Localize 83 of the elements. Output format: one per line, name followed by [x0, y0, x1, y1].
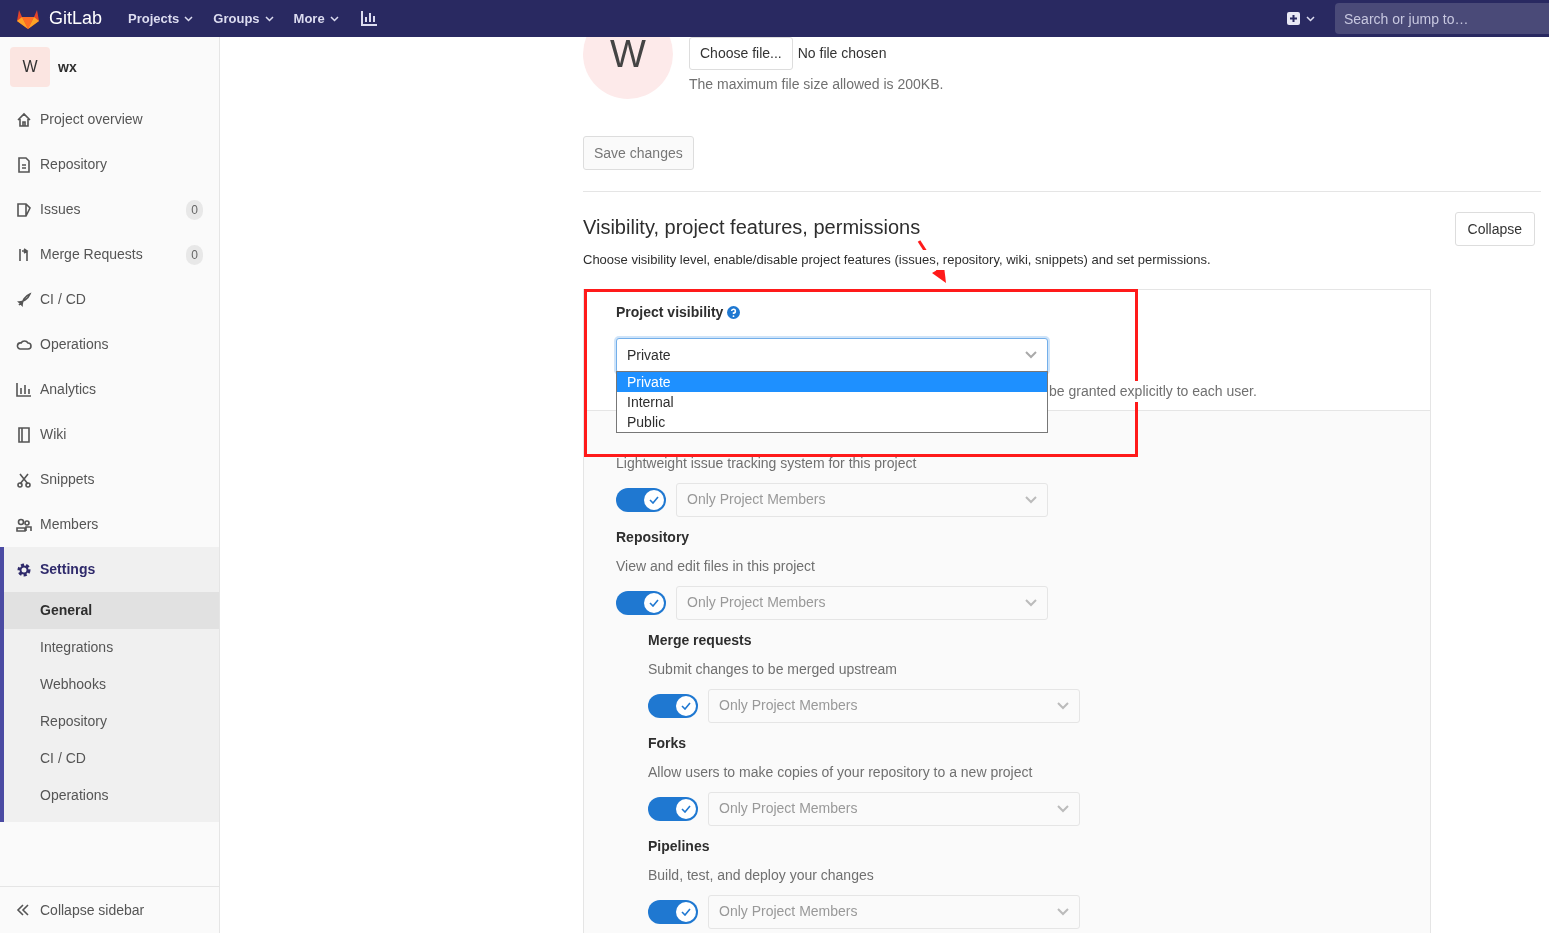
sidebar-subitem[interactable]: General	[4, 592, 219, 629]
visibility-note: be granted explicitly to each user.	[1049, 380, 1257, 402]
document-icon	[16, 156, 32, 173]
field-label: Project visibility	[616, 302, 724, 322]
feature-toggle[interactable]	[648, 899, 698, 924]
sidebar-subitem[interactable]: CI / CD	[4, 740, 219, 777]
sidebar-item[interactable]: Settings	[4, 547, 219, 592]
sidebar-item[interactable]: Analytics	[0, 367, 219, 412]
sidebar-subitem[interactable]: Operations	[4, 777, 219, 814]
section-title: Visibility, project features, permissions	[583, 215, 922, 240]
sidebar-item[interactable]: Snippets	[0, 457, 219, 502]
bar-chart-icon	[16, 381, 32, 398]
feature-label: Repository	[616, 527, 691, 547]
home-icon	[16, 111, 32, 128]
sidebar-subitem[interactable]: Webhooks	[4, 666, 219, 703]
chevron-down-icon	[1025, 351, 1037, 359]
rocket-icon	[16, 291, 32, 308]
sidebar-item[interactable]: Issues 0	[0, 187, 219, 232]
new-dropdown-button[interactable]	[1287, 12, 1315, 25]
dropdown-option[interactable]: Internal	[617, 391, 1047, 412]
file-status: No file chosen	[797, 44, 887, 63]
save-changes-button[interactable]: Save changes	[583, 136, 694, 170]
nav-menu[interactable]: Groups	[213, 8, 274, 29]
feature-description: View and edit files in this project	[616, 556, 816, 576]
file-size-hint: The maximum file size allowed is 200KB.	[689, 75, 944, 94]
project-avatar: W	[10, 47, 50, 87]
feature-toggle[interactable]	[648, 796, 698, 821]
check-icon	[681, 701, 691, 710]
sidebar-item[interactable]: Operations	[0, 322, 219, 367]
feature-label: Pipelines	[648, 836, 711, 856]
collapse-button[interactable]: Collapse	[1454, 212, 1535, 246]
sidebar-subitem[interactable]: Integrations	[4, 629, 219, 666]
scissors-icon	[16, 471, 32, 488]
feature-description: Submit changes to be merged upstream	[648, 659, 899, 679]
feature-description: Allow users to make copies of your repository to a new project	[648, 762, 1034, 782]
sidebar-subitem[interactable]: Repository	[4, 703, 219, 740]
chart-icon[interactable]	[360, 11, 378, 26]
chevron-down-icon	[1025, 598, 1037, 607]
collapse-sidebar-button[interactable]: Collapse sidebar	[0, 886, 219, 933]
chevron-down-icon	[1025, 495, 1037, 504]
caret-icon	[184, 15, 194, 22]
feature-label: Forks	[648, 733, 688, 753]
sidebar-item[interactable]: Members	[0, 502, 219, 547]
check-icon	[649, 495, 659, 504]
sidebar-item[interactable]: CI / CD	[0, 277, 219, 322]
brand-link[interactable]: GitLab	[49, 5, 103, 32]
caret-icon	[1306, 15, 1315, 22]
caret-icon	[329, 15, 339, 22]
sidebar-item[interactable]: Project overview	[0, 97, 219, 142]
people-icon	[16, 516, 32, 533]
check-icon	[681, 907, 691, 916]
project-name[interactable]: wx	[58, 56, 77, 78]
feature-description: Build, test, and deploy your changes	[648, 865, 875, 885]
visibility-select[interactable]: Private	[616, 337, 1048, 373]
caret-icon	[264, 15, 274, 22]
chevron-down-icon	[1057, 701, 1069, 710]
dropdown-option[interactable]: Public	[617, 411, 1047, 432]
check-icon	[649, 598, 659, 607]
count-badge: 0	[186, 244, 203, 265]
feature-label: Merge requests	[648, 630, 753, 650]
gear-icon	[16, 561, 32, 578]
count-badge: 0	[186, 199, 203, 220]
feature-toggle[interactable]	[616, 590, 666, 615]
chevron-down-icon	[1057, 907, 1069, 916]
plus-icon	[1287, 12, 1300, 25]
issue-icon	[16, 201, 32, 218]
nav-menu[interactable]: Projects	[128, 8, 194, 29]
feature-description: Lightweight issue tracking system for this project	[616, 453, 918, 473]
sidebar-item[interactable]: Merge Requests 0	[0, 232, 219, 277]
project-avatar: W	[583, 37, 673, 99]
feature-toggle[interactable]	[616, 487, 666, 512]
sidebar-item[interactable]: Wiki	[0, 412, 219, 457]
chevron-down-icon	[1057, 804, 1069, 813]
book-icon	[16, 426, 32, 443]
sidebar-item[interactable]: Repository	[0, 142, 219, 187]
help-icon[interactable]	[727, 305, 741, 319]
search-field[interactable]: Search or jump to…	[1335, 3, 1549, 34]
check-icon	[681, 804, 691, 813]
double-chevron-icon	[16, 904, 30, 916]
section-description: Choose visibility level, enable/disable project features (issues, repository, wiki, snippets) and set permissions.	[583, 250, 1211, 270]
feature-toggle[interactable]	[648, 693, 698, 718]
choose-file-button[interactable]: Choose file...	[689, 37, 793, 70]
nav-menu[interactable]: More	[293, 8, 339, 29]
